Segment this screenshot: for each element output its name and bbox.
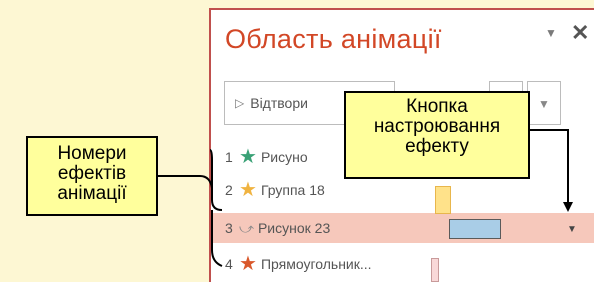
close-icon[interactable]: ✕ — [571, 20, 589, 46]
effect-options-dropdown-icon[interactable]: ▼ — [567, 224, 577, 235]
animation-item[interactable]: 4 ★ Прямоугольник... — [225, 252, 372, 276]
callout-customize-button: Кнопка настроювання ефекту — [344, 91, 530, 179]
timeline-bar — [449, 219, 501, 239]
green-star-icon: ★ — [239, 146, 257, 168]
pane-title: Область анімації — [225, 24, 442, 54]
play-icon: ▷ — [235, 96, 245, 110]
timeline-bar — [431, 258, 439, 282]
animation-item[interactable]: 1 ★ Рисуно — [225, 145, 308, 169]
animation-item[interactable]: 2 ★ Группа 18 — [225, 178, 325, 202]
effect-label: Группа 18 — [260, 182, 325, 198]
callout-effect-numbers: Номери ефектів анімації — [26, 136, 158, 216]
effect-label: Прямоугольник... — [260, 256, 372, 272]
motion-path-icon: ⤻ — [239, 220, 254, 236]
effect-label: Рисунок 23 — [257, 220, 331, 236]
effect-number: 4 — [225, 256, 233, 272]
effect-number: 3 — [225, 220, 233, 236]
effect-number: 2 — [225, 182, 233, 198]
animation-item-selected[interactable]: 3 ⤻ Рисунок 23 — [211, 213, 594, 243]
red-star-icon: ★ — [239, 253, 257, 275]
play-label: Відтвори — [250, 95, 308, 111]
move-down-button[interactable]: ▼ — [527, 81, 561, 125]
timeline-bar — [435, 186, 451, 214]
effect-label: Рисуно — [260, 149, 308, 165]
effect-number: 1 — [225, 149, 233, 165]
pane-options-icon[interactable]: ▼ — [545, 26, 557, 40]
yellow-star-icon: ★ — [239, 179, 257, 201]
